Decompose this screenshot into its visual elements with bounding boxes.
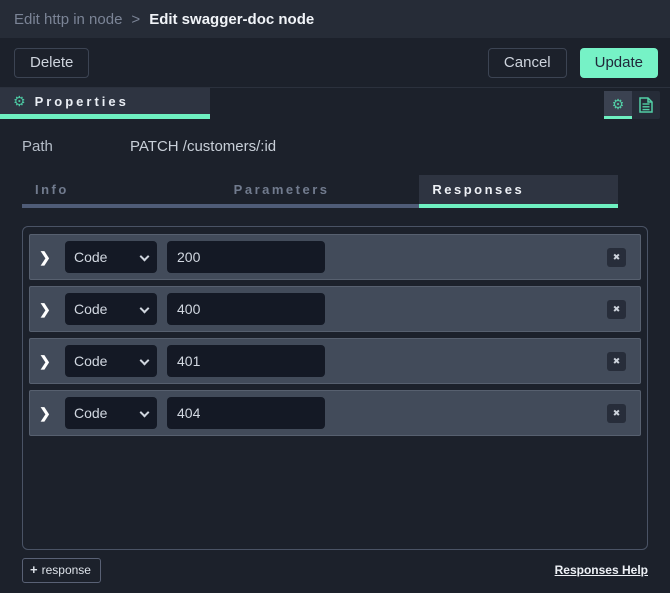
response-row: ❯ Code ✖: [29, 286, 641, 332]
response-code-input[interactable]: [167, 397, 325, 429]
response-type-select-wrap: Code: [65, 345, 157, 377]
close-icon[interactable]: ✖: [607, 352, 626, 371]
gear-icon: ⚙: [13, 94, 26, 108]
close-icon[interactable]: ✖: [607, 300, 626, 319]
update-button[interactable]: Update: [580, 48, 658, 78]
page-title: Edit swagger-doc node: [149, 11, 314, 28]
path-field-row: Path PATCH /customers/:id: [0, 132, 670, 160]
section-tabs: Info Parameters Responses: [22, 175, 618, 208]
documentation-view-button[interactable]: [632, 91, 660, 119]
properties-tab-label: Properties: [35, 94, 129, 109]
path-label: Path: [22, 138, 130, 155]
delete-button[interactable]: Delete: [14, 48, 89, 78]
panel-view-toggle: ⚙: [604, 91, 660, 119]
response-type-select[interactable]: Code: [65, 345, 157, 377]
response-type-select-wrap: Code: [65, 241, 157, 273]
response-row: ❯ Code ✖: [29, 390, 641, 436]
response-type-select[interactable]: Code: [65, 397, 157, 429]
tab-properties[interactable]: ⚙ Properties: [0, 88, 210, 119]
breadcrumb: Edit http in node > Edit swagger-doc nod…: [0, 0, 670, 38]
tab-parameters[interactable]: Parameters: [221, 175, 420, 208]
properties-bar: ⚙ Properties ⚙: [0, 88, 670, 119]
response-type-select-wrap: Code: [65, 397, 157, 429]
response-type-select[interactable]: Code: [65, 293, 157, 325]
chevron-right-icon[interactable]: ❯: [39, 405, 61, 422]
add-response-button[interactable]: + response: [22, 558, 101, 583]
gear-icon: ⚙: [612, 97, 625, 111]
responses-list: ❯ Code ✖ ❯ Code ✖ ❯: [22, 226, 648, 550]
close-icon[interactable]: ✖: [607, 248, 626, 267]
path-value: PATCH /customers/:id: [130, 138, 276, 155]
add-response-label: response: [42, 563, 91, 577]
response-row: ❯ Code ✖: [29, 338, 641, 384]
dialog-footer: + response Responses Help: [0, 547, 670, 593]
toolbar-right-group: Cancel Update: [488, 48, 658, 78]
response-row: ❯ Code ✖: [29, 234, 641, 280]
edit-node-dialog: Edit http in node > Edit swagger-doc nod…: [0, 0, 670, 593]
cancel-button[interactable]: Cancel: [488, 48, 567, 78]
response-code-input[interactable]: [167, 345, 325, 377]
tab-info[interactable]: Info: [22, 175, 221, 208]
response-type-select-wrap: Code: [65, 293, 157, 325]
close-icon[interactable]: ✖: [607, 404, 626, 423]
response-type-select[interactable]: Code: [65, 241, 157, 273]
chevron-right-icon[interactable]: ❯: [39, 249, 61, 266]
response-code-input[interactable]: [167, 241, 325, 273]
breadcrumb-parent-link[interactable]: Edit http in node: [14, 11, 122, 28]
responses-help-link[interactable]: Responses Help: [555, 563, 648, 577]
chevron-right-icon[interactable]: ❯: [39, 301, 61, 318]
response-code-input[interactable]: [167, 293, 325, 325]
properties-view-button[interactable]: ⚙: [604, 91, 632, 119]
chevron-right-icon[interactable]: ❯: [39, 353, 61, 370]
document-icon: [639, 97, 653, 113]
breadcrumb-separator: >: [131, 11, 140, 28]
dialog-toolbar: Delete Cancel Update: [0, 38, 670, 88]
plus-icon: +: [30, 563, 38, 576]
tab-responses[interactable]: Responses: [419, 175, 618, 208]
